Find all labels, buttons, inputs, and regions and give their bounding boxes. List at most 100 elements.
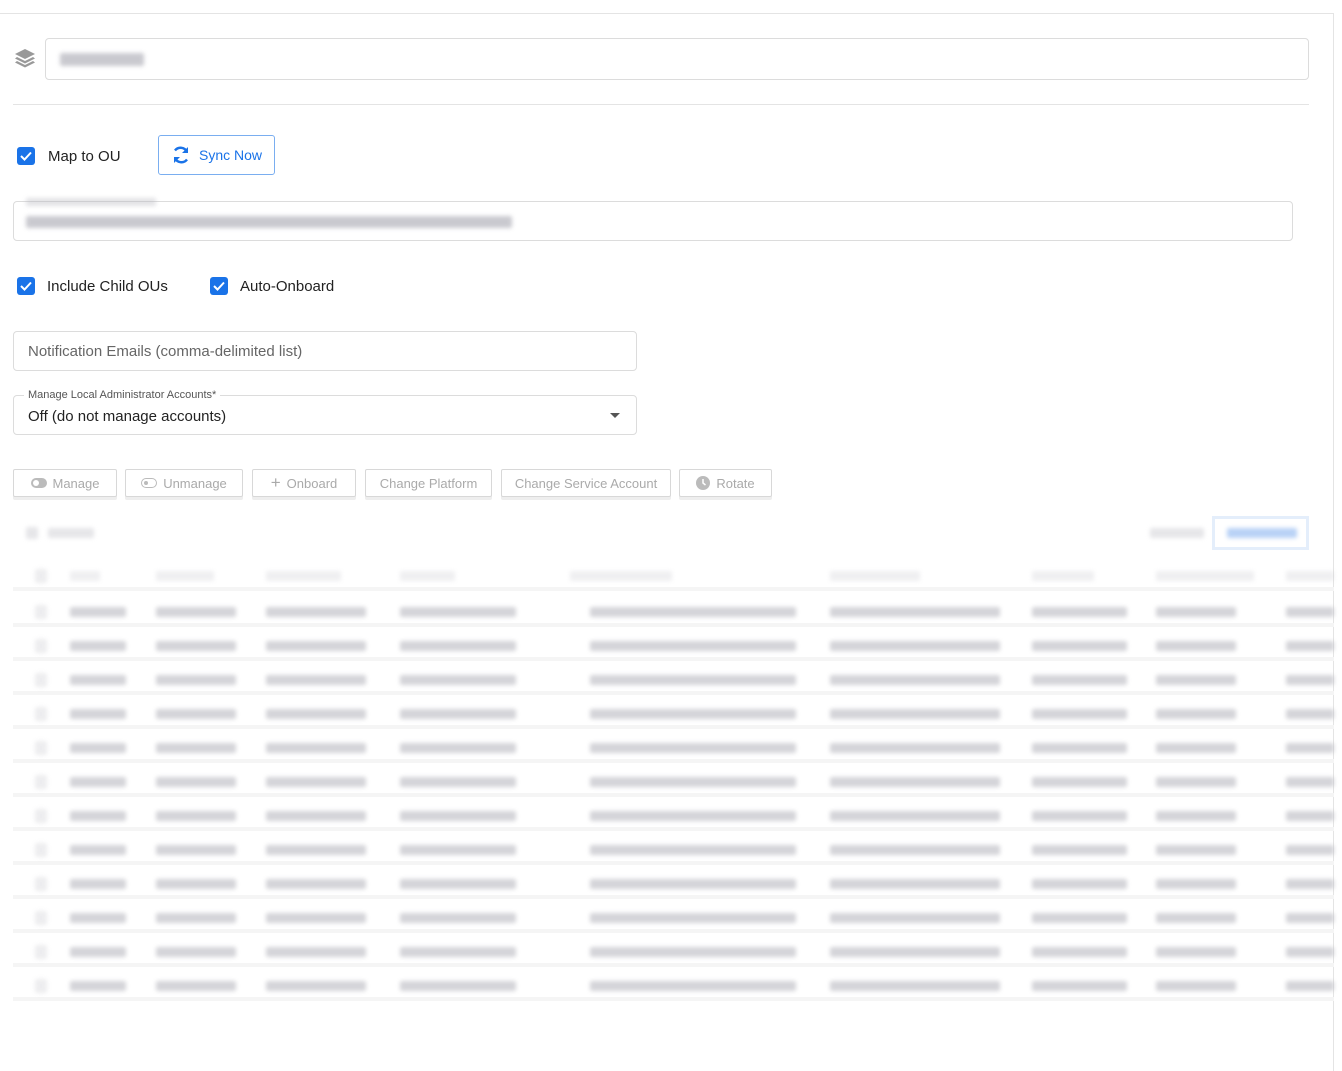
row-checkbox[interactable]: [35, 809, 47, 823]
row-checkbox[interactable]: [35, 843, 47, 857]
manage-button[interactable]: Manage: [13, 469, 117, 497]
redacted-cell: [266, 879, 366, 889]
table-row[interactable]: [13, 801, 1334, 831]
redacted-cell: [70, 743, 126, 753]
redacted-cell: [70, 607, 126, 617]
row-checkbox[interactable]: [35, 639, 47, 653]
onboard-button[interactable]: + Onboard: [252, 469, 356, 497]
redacted-cell: [830, 845, 1000, 855]
redacted-cell: [830, 777, 1000, 787]
row-checkbox[interactable]: [35, 911, 47, 925]
redacted-cell: [1032, 811, 1127, 821]
redacted-cell: [1032, 743, 1127, 753]
redacted-cell: [400, 675, 516, 685]
rotate-button[interactable]: Rotate: [679, 469, 772, 497]
redacted-cell: [156, 981, 236, 991]
row-checkbox[interactable]: [35, 569, 47, 583]
row-checkbox[interactable]: [35, 741, 47, 755]
change-service-account-button[interactable]: Change Service Account: [501, 469, 671, 497]
redacted-cell: [266, 675, 366, 685]
redacted-cell: [156, 675, 236, 685]
search-input[interactable]: [26, 527, 96, 539]
redacted-cell: [400, 641, 516, 651]
redacted-cell: [156, 777, 236, 787]
redacted-cell: [590, 879, 796, 889]
redacted-cell: [1286, 981, 1334, 991]
row-checkbox[interactable]: [35, 775, 47, 789]
redacted-cell: [70, 641, 126, 651]
row-checkbox[interactable]: [35, 605, 47, 619]
redacted-cell: [156, 913, 236, 923]
redacted-cell: [1032, 607, 1127, 617]
table-row[interactable]: [13, 631, 1334, 661]
redacted-cell: [400, 709, 516, 719]
table-row[interactable]: [13, 767, 1334, 797]
redacted-cell: [1032, 777, 1127, 787]
redacted-cell: [590, 845, 796, 855]
redacted-cell: [70, 675, 126, 685]
redacted-cell: [830, 641, 1000, 651]
table-row[interactable]: [13, 835, 1334, 865]
manage-admin-select[interactable]: Manage Local Administrator Accounts* Off…: [13, 389, 637, 435]
redacted-cell: [266, 845, 366, 855]
include-child-ous-checkbox[interactable]: Include Child OUs: [17, 277, 168, 295]
redacted-search-placeholder: [48, 528, 94, 538]
redacted-cell: [830, 709, 1000, 719]
redacted-cell: [266, 641, 366, 651]
redacted-cell: [830, 811, 1000, 821]
redacted-cell: [1286, 675, 1334, 685]
redacted-cell: [266, 607, 366, 617]
row-checkbox[interactable]: [35, 673, 47, 687]
redacted-cell: [156, 947, 236, 957]
table-row[interactable]: [13, 971, 1334, 1001]
table-row[interactable]: [13, 665, 1334, 695]
map-to-ou-checkbox[interactable]: Map to OU: [17, 147, 121, 165]
table-row[interactable]: [13, 733, 1334, 763]
redacted-cell: [266, 743, 366, 753]
redacted-cell: [266, 709, 366, 719]
change-platform-label: Change Platform: [379, 475, 478, 491]
redacted-cell: [266, 947, 366, 957]
table-row[interactable]: [13, 597, 1334, 627]
redacted-cell: [70, 811, 126, 821]
redacted-cell: [400, 947, 516, 957]
redacted-cell: [1156, 845, 1236, 855]
redacted-cell: [1156, 879, 1236, 889]
ou-distinguished-name-field[interactable]: [13, 198, 1293, 241]
redacted-cell: [1156, 571, 1254, 581]
redacted-cell: [1032, 913, 1127, 923]
redacted-cell: [70, 981, 126, 991]
row-checkbox[interactable]: [35, 979, 47, 993]
redacted-cell: [1156, 709, 1236, 719]
redacted-cell: [156, 607, 236, 617]
redacted-cell: [1156, 743, 1236, 753]
redacted-cell: [400, 879, 516, 889]
table-row[interactable]: [13, 869, 1334, 899]
change-platform-button[interactable]: Change Platform: [365, 469, 492, 497]
notification-emails-input[interactable]: Notification Emails (comma-delimited lis…: [13, 331, 637, 371]
auto-onboard-checkbox[interactable]: Auto-Onboard: [210, 277, 334, 295]
redacted-cell: [1286, 743, 1334, 753]
redacted-cell: [590, 981, 796, 991]
change-service-account-label: Change Service Account: [514, 475, 658, 491]
row-checkbox[interactable]: [35, 945, 47, 959]
row-checkbox[interactable]: [35, 707, 47, 721]
table-row[interactable]: [13, 937, 1334, 967]
redacted-cell: [400, 845, 516, 855]
table-row[interactable]: [13, 903, 1334, 933]
redacted-cell: [1286, 777, 1334, 787]
onboard-label: Onboard: [286, 475, 338, 491]
plus-icon: +: [270, 473, 281, 492]
unmanage-button[interactable]: Unmanage: [125, 469, 243, 497]
sync-now-button[interactable]: Sync Now: [158, 135, 275, 175]
table-row[interactable]: [13, 699, 1334, 729]
row-checkbox[interactable]: [35, 877, 47, 891]
redacted-cell: [266, 811, 366, 821]
collection-name-input[interactable]: [45, 38, 1309, 80]
toggle-off-icon: [141, 478, 158, 488]
redacted-cell: [590, 641, 796, 651]
redacted-cell: [1286, 947, 1334, 957]
redacted-cell: [830, 607, 1000, 617]
chevron-down-icon: [610, 413, 620, 418]
refresh-button[interactable]: [1212, 516, 1309, 550]
